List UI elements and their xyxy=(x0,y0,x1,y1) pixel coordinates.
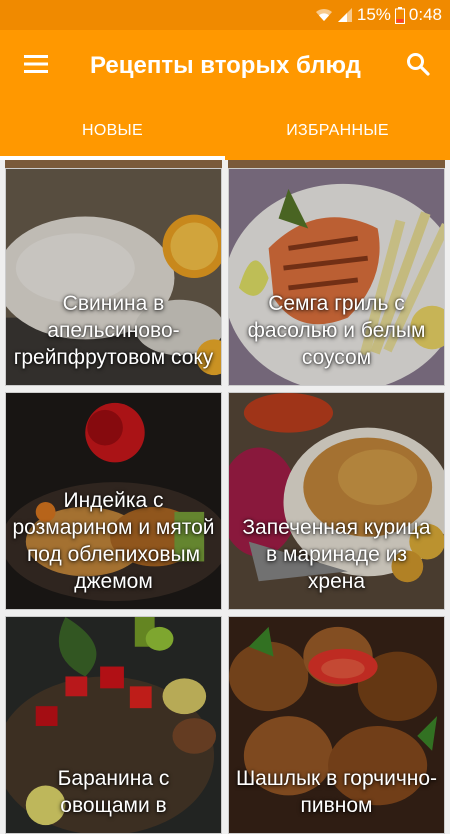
wifi-icon xyxy=(315,7,333,23)
search-icon xyxy=(406,52,430,81)
recipe-card[interactable]: Индейка с розмарином и мятой под облепих… xyxy=(5,392,222,610)
recipe-title: Баранина с овощами в xyxy=(57,767,170,817)
recipe-grid: Свинина в апельсиново-грейпфрутовом соку… xyxy=(5,168,445,834)
app-bar: Рецепты вторых блюд xyxy=(0,30,450,102)
recipe-card[interactable]: Семга гриль с фасолью и белым соусом xyxy=(228,168,445,386)
battery-low-icon xyxy=(394,6,405,24)
menu-icon xyxy=(24,54,48,78)
status-bar: 15% 0:48 xyxy=(0,0,450,30)
recipe-card[interactable]: Запеченная курица в маринаде из хрена xyxy=(228,392,445,610)
recipe-title: Семга гриль с фасолью и белым соусом xyxy=(247,292,426,369)
recipe-title: Свинина в апельсиново-грейпфрутовом соку xyxy=(13,292,214,369)
previous-row-edge xyxy=(0,160,450,168)
clock: 0:48 xyxy=(408,5,442,24)
menu-button[interactable] xyxy=(12,42,60,90)
battery-percent: 15% xyxy=(356,5,391,24)
tab-bar: НОВЫЕ ИЗБРАННЫЕ xyxy=(0,102,450,160)
tab-favorites[interactable]: ИЗБРАННЫЕ xyxy=(225,102,450,160)
recipe-card[interactable]: Баранина с овощами в xyxy=(5,616,222,834)
recipe-card[interactable]: Свинина в апельсиново-грейпфрутовом соку xyxy=(5,168,222,386)
search-button[interactable] xyxy=(394,42,442,90)
page-title: Рецепты вторых блюд xyxy=(90,52,361,79)
recipe-title: Шашлык в горчично-пивном xyxy=(235,767,438,817)
recipe-title: Индейка с розмарином и мятой под облепих… xyxy=(12,489,215,593)
recipe-title: Запеченная курица в маринаде из хрена xyxy=(242,516,431,593)
signal-icon xyxy=(337,7,353,23)
recipe-card[interactable]: Шашлык в горчично-пивном xyxy=(228,616,445,834)
tab-new[interactable]: НОВЫЕ xyxy=(0,102,225,160)
